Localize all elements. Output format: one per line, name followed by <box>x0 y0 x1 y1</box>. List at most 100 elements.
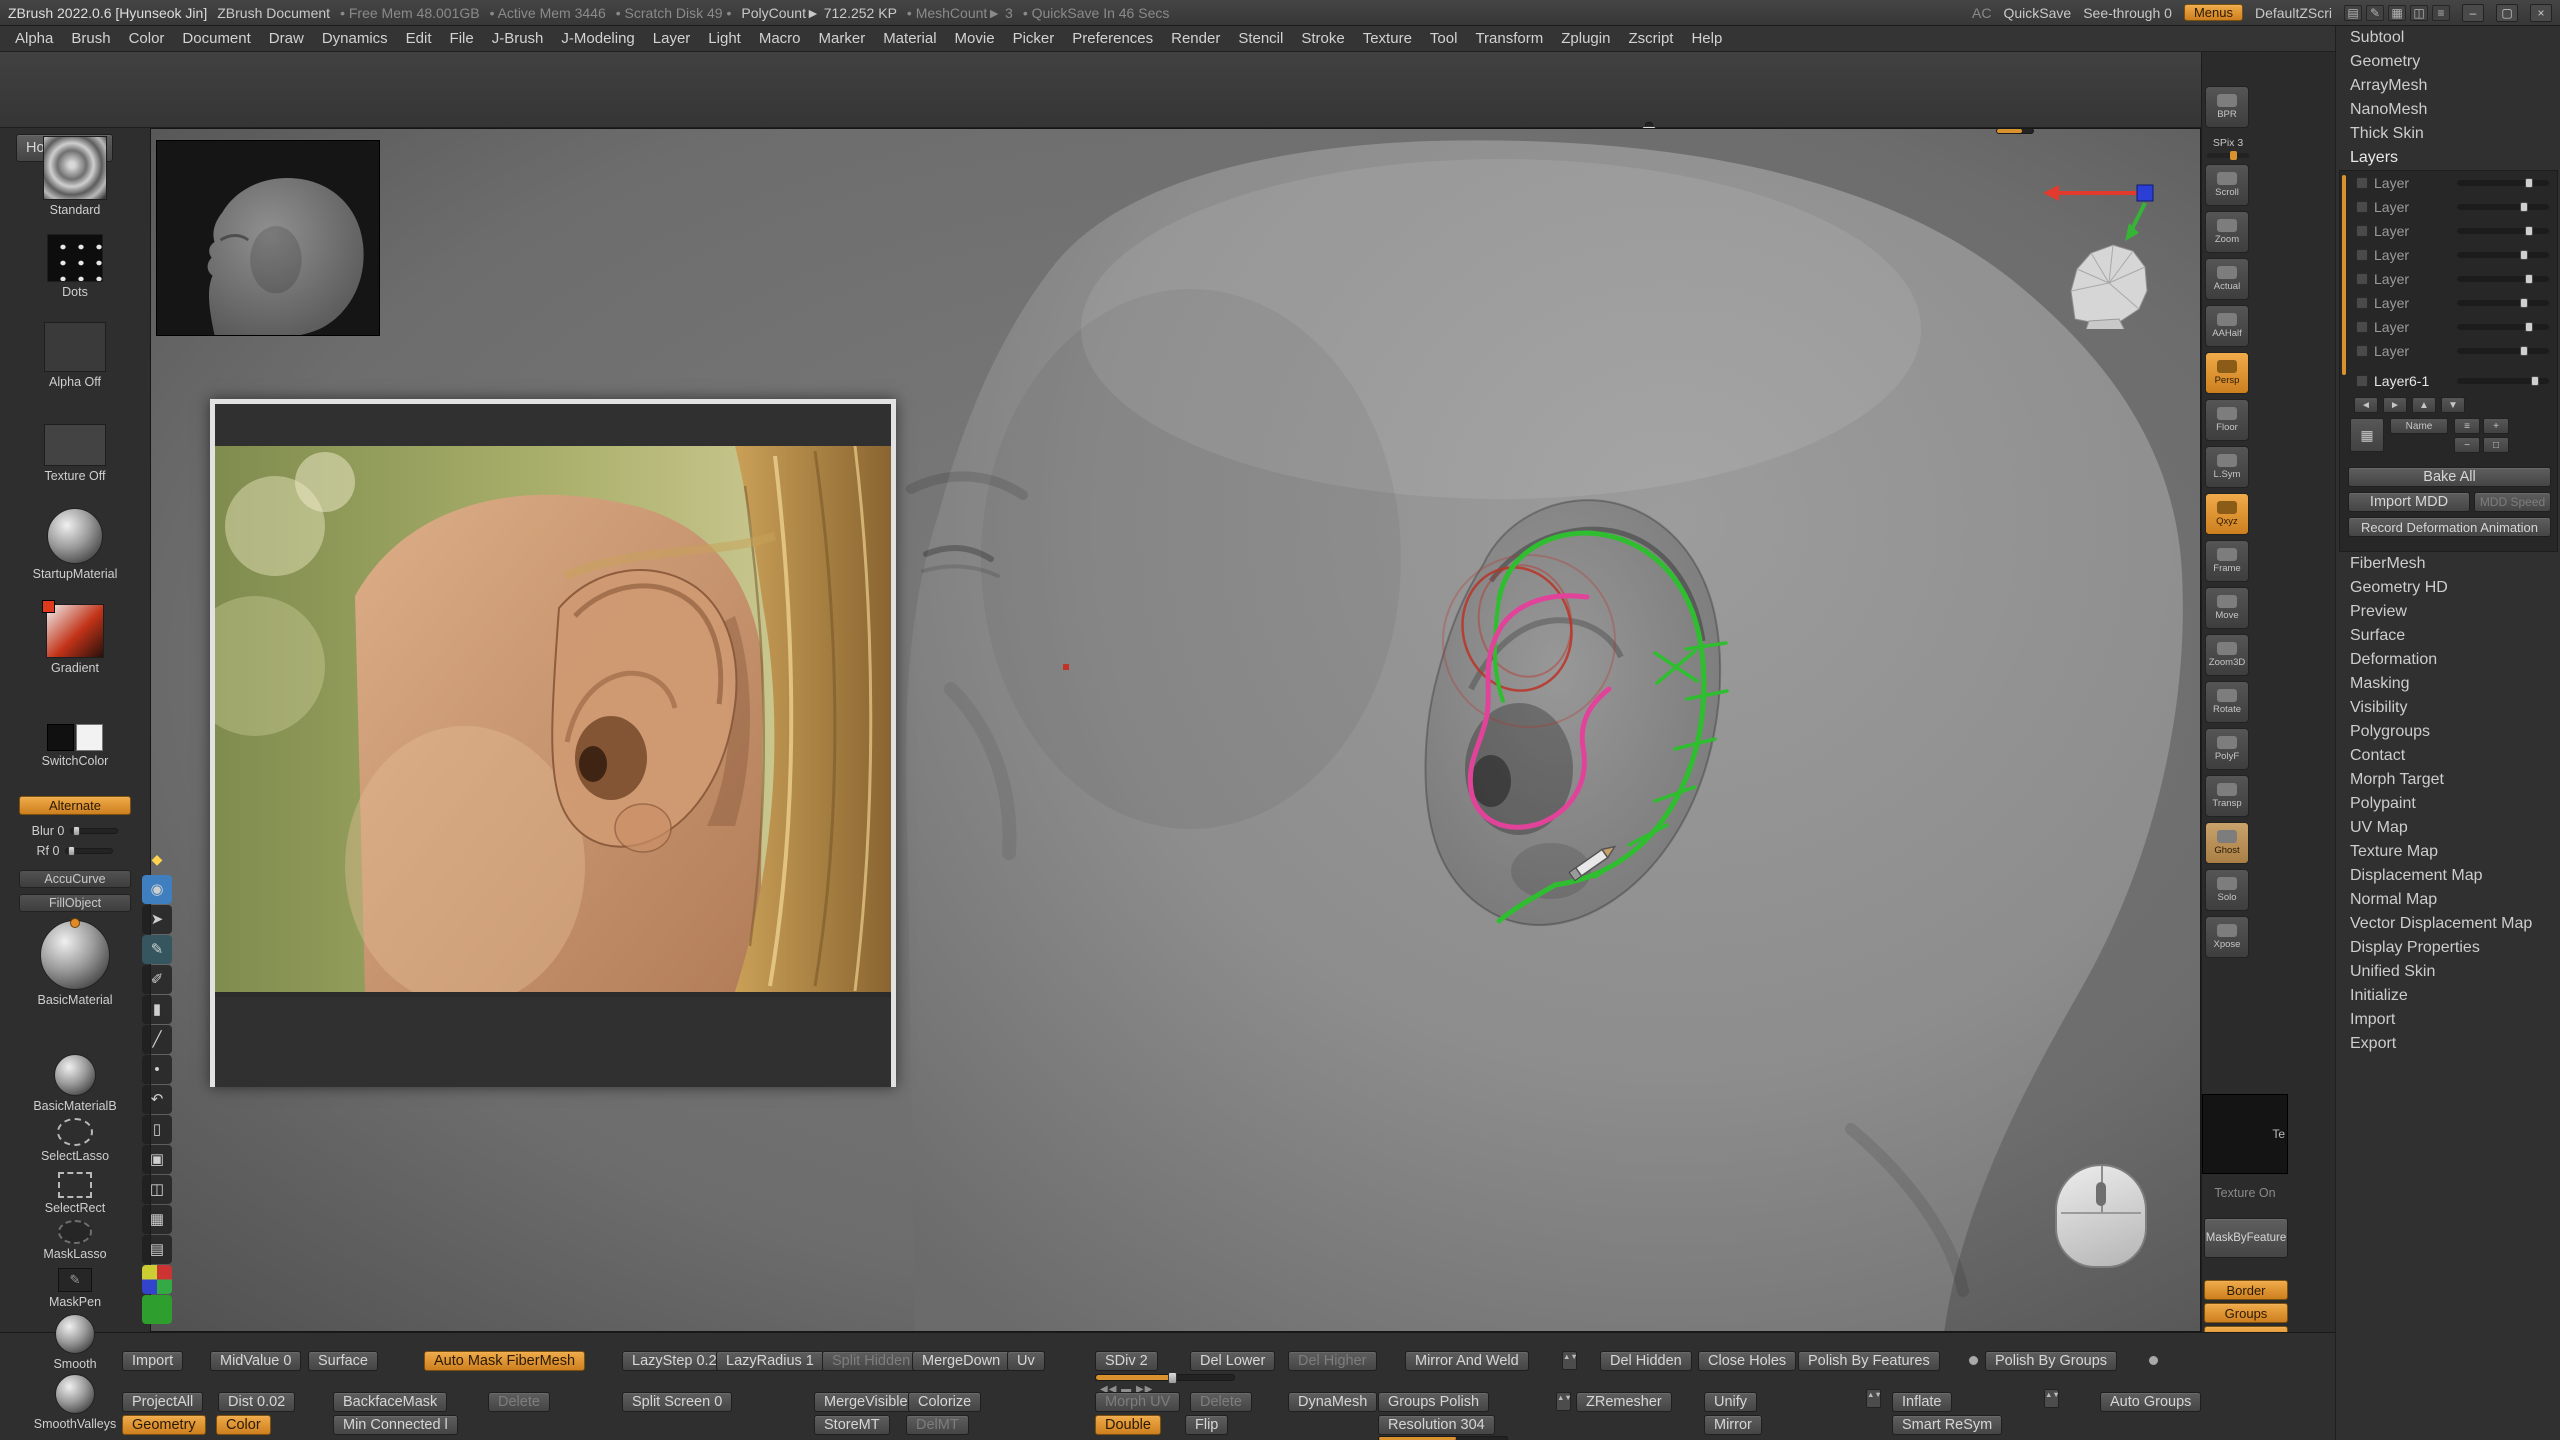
select-rect[interactable]: SelectRect <box>0 1172 150 1215</box>
rightshelf-button[interactable]: Scroll <box>2205 164 2249 206</box>
shelf-mini-slider[interactable] <box>1996 128 2034 134</box>
dot-icon[interactable]: • <box>142 1055 172 1084</box>
accucurve-button[interactable]: AccuCurve <box>19 870 131 888</box>
layer-op-button[interactable]: ≡ <box>2454 418 2480 434</box>
eye-icon[interactable]: ◉ <box>142 875 172 904</box>
tool-section-item[interactable]: Polygroups <box>2336 720 2560 744</box>
tool-section-item[interactable]: ArrayMesh <box>2336 74 2560 98</box>
tool-section-item[interactable]: Surface <box>2336 624 2560 648</box>
undo-icon[interactable]: ↶ <box>142 1085 172 1114</box>
double-button[interactable]: Double <box>1095 1415 1161 1435</box>
mask-by-feature-button[interactable]: MaskByFeature <box>2204 1218 2288 1258</box>
layer-visibility-icon[interactable] <box>2356 297 2368 309</box>
brush-icon[interactable]: ▮ <box>142 995 172 1024</box>
menu-item[interactable]: Macro <box>750 26 810 52</box>
rf-slider[interactable] <box>65 848 113 854</box>
rightshelf-button[interactable]: L.Sym <box>2205 446 2249 488</box>
layer-intensity-slider[interactable] <box>2457 348 2549 354</box>
resolution-slider[interactable]: Resolution 304 <box>1378 1415 1495 1435</box>
layer-row[interactable]: Layer <box>2340 315 2557 339</box>
min-connected-slider[interactable]: Min Connected l <box>333 1415 458 1435</box>
store-mt-button[interactable]: StoreMT <box>814 1415 890 1435</box>
basic-material[interactable]: BasicMaterial <box>0 920 150 1007</box>
palette-icon[interactable] <box>142 1265 172 1294</box>
tool-section-item[interactable]: Initialize <box>2336 984 2560 1008</box>
layer-intensity-slider[interactable] <box>2457 252 2549 258</box>
tool-section-item[interactable]: Masking <box>2336 672 2560 696</box>
inflate-slider[interactable]: Inflate <box>1892 1392 1952 1412</box>
rightshelf-button[interactable]: Zoom3D <box>2205 634 2249 676</box>
menu-item[interactable]: Light <box>699 26 750 52</box>
menus-button[interactable]: Menus <box>2184 4 2243 21</box>
auto-groups-button[interactable]: Auto Groups <box>2100 1392 2201 1412</box>
layer-intensity-slider[interactable] <box>2457 378 2549 384</box>
menu-item[interactable]: Edit <box>397 26 441 52</box>
layer-visibility-icon[interactable] <box>2356 177 2368 189</box>
tool-section-item[interactable]: Deformation <box>2336 648 2560 672</box>
layer-row[interactable]: Layer <box>2340 219 2557 243</box>
del-hidden-button[interactable]: Del Hidden <box>1600 1351 1692 1371</box>
titlebar-tool-icon[interactable]: ✎ <box>2366 5 2384 21</box>
camera-icon[interactable]: ◫ <box>142 1175 172 1204</box>
rightshelf-button[interactable]: Qxyz <box>2205 493 2249 535</box>
split-screen-slider[interactable]: Split Screen 0 <box>622 1392 732 1412</box>
screen-icon[interactable]: ▣ <box>142 1145 172 1174</box>
layer-row[interactable]: Layer <box>2340 243 2557 267</box>
polish-by-features-slider[interactable]: Polish By Features <box>1798 1351 1940 1371</box>
tool-section-item[interactable]: Unified Skin <box>2336 960 2560 984</box>
import-mdd-button[interactable]: Import MDD <box>2348 492 2470 512</box>
tool-section-item[interactable]: Texture Map <box>2336 840 2560 864</box>
mdd-speed-button[interactable]: MDD Speed <box>2474 492 2551 512</box>
layer-intensity-slider[interactable] <box>2457 204 2549 210</box>
layer-row[interactable]: Layer <box>2340 339 2557 363</box>
stepper-icon[interactable]: ▲▼ <box>1556 1392 1571 1411</box>
ruler-icon[interactable]: ╱ <box>142 1025 172 1054</box>
cursor-icon[interactable]: ➤ <box>142 905 172 934</box>
tool-section-item[interactable]: Export <box>2336 1032 2560 1056</box>
rightshelf-button[interactable]: Rotate <box>2205 681 2249 723</box>
alpha-selector[interactable]: Alpha Off <box>0 322 150 389</box>
menu-item[interactable]: Zplugin <box>1552 26 1619 52</box>
menu-item[interactable]: Brush <box>62 26 119 52</box>
pencil-icon[interactable]: ✎ <box>142 935 172 964</box>
color-tab-button[interactable]: Color <box>216 1415 271 1435</box>
rightshelf-button[interactable]: Xpose <box>2205 916 2249 958</box>
menu-item[interactable]: Texture <box>1354 26 1421 52</box>
tool-section-item[interactable]: Subtool <box>2336 26 2560 50</box>
tool-section-item[interactable]: Normal Map <box>2336 888 2560 912</box>
layer-nav-button[interactable]: ◄ <box>2354 397 2378 413</box>
rightshelf-button[interactable]: Frame <box>2205 540 2249 582</box>
border-button[interactable]: Border <box>2204 1280 2288 1300</box>
sdiv-slider[interactable]: SDiv 2 <box>1095 1351 1158 1371</box>
close-holes-button[interactable]: Close Holes <box>1698 1351 1796 1371</box>
brush-standard[interactable]: Standard <box>0 136 150 217</box>
menu-item[interactable]: Document <box>173 26 259 52</box>
menu-item[interactable]: Dynamics <box>313 26 397 52</box>
rightshelf-button[interactable]: Persp <box>2205 352 2249 394</box>
backface-mask-button[interactable]: BackfaceMask <box>333 1392 447 1412</box>
menu-item[interactable]: Material <box>874 26 945 52</box>
spix-slider[interactable]: SPix 3 <box>2205 133 2251 158</box>
gradient-picker[interactable] <box>46 604 104 658</box>
stroke-dots[interactable]: Dots <box>0 234 150 299</box>
layer-visibility-icon[interactable] <box>2356 345 2368 357</box>
layer-op-button[interactable]: − <box>2454 437 2480 453</box>
groups-polish-button[interactable]: Groups Polish <box>1378 1392 1489 1412</box>
layer-row[interactable]: Layer <box>2340 267 2557 291</box>
smooth-brush[interactable]: Smooth <box>0 1314 150 1371</box>
layer-intensity-slider[interactable] <box>2457 324 2549 330</box>
uv-button[interactable]: Uv <box>1007 1351 1045 1371</box>
mid-value-slider[interactable]: MidValue 0 <box>210 1351 301 1371</box>
mask-pen[interactable]: ✎ MaskPen <box>0 1268 150 1309</box>
tool-section-item[interactable]: FiberMesh <box>2336 552 2560 576</box>
switch-color[interactable]: SwitchColor <box>0 724 150 768</box>
layer-op-button[interactable]: □ <box>2483 437 2509 453</box>
mirror-and-weld-button[interactable]: Mirror And Weld <box>1405 1351 1529 1371</box>
layer-nav-button[interactable]: ► <box>2383 397 2407 413</box>
titlebar-tool-icon[interactable]: ≡ <box>2432 5 2450 21</box>
texture-selector[interactable]: Texture Off <box>0 424 150 483</box>
clipboard-icon[interactable]: ▤ <box>142 1235 172 1264</box>
layers-scrollbar[interactable] <box>2342 175 2346 375</box>
del-mt-button[interactable]: DelMT <box>906 1415 969 1435</box>
del-higher-button[interactable]: Del Higher <box>1288 1351 1377 1371</box>
